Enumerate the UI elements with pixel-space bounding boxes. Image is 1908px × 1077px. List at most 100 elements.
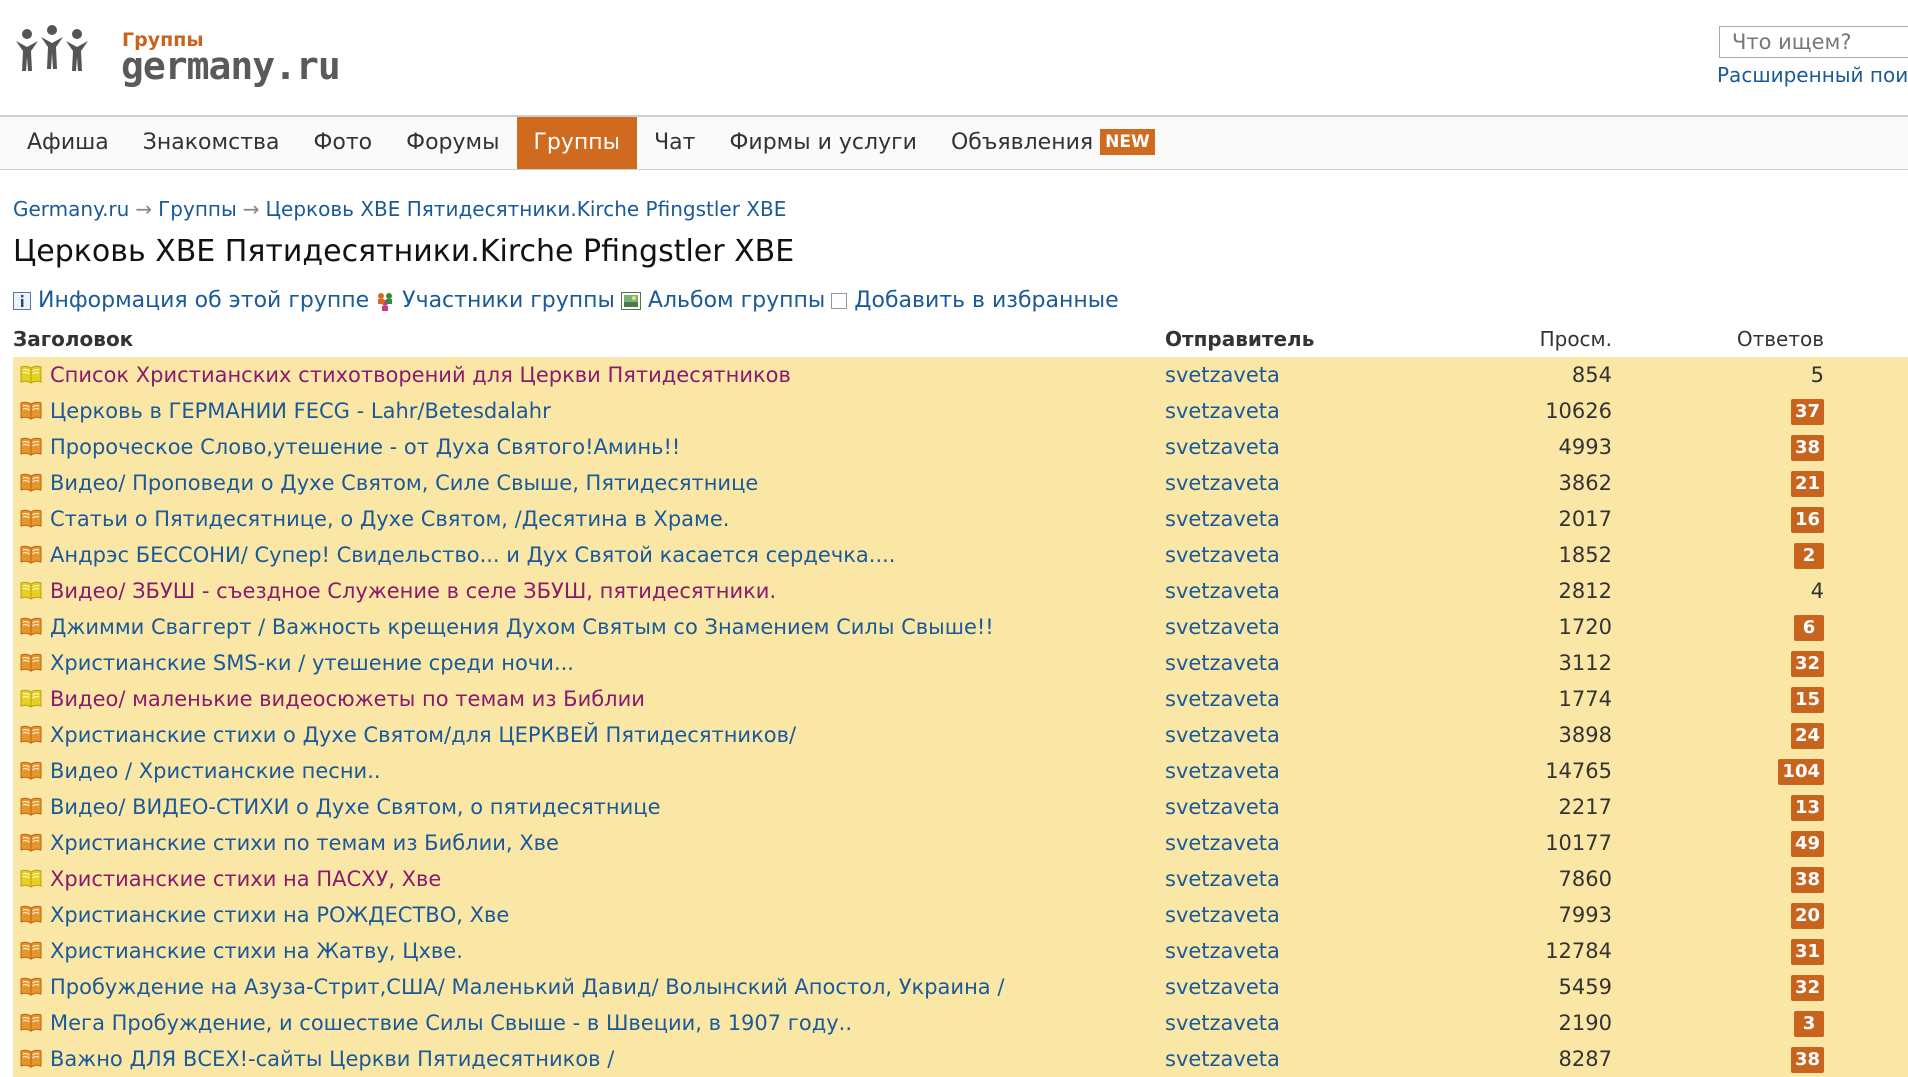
nav-dating[interactable]: Знакомства: [126, 117, 297, 169]
topic-sender-link[interactable]: svetzaveta: [1165, 789, 1280, 825]
topic-title-link[interactable]: Видео/ ЗБУШ - съездное Служение в селе З…: [50, 573, 776, 609]
topic-sender-link[interactable]: svetzaveta: [1165, 753, 1280, 789]
nav-chat[interactable]: Чат: [637, 117, 712, 169]
topic-replies: 31: [1790, 933, 1824, 969]
topic-title-link[interactable]: Статьи о Пятидесятнице, о Духе Святом, /…: [50, 501, 729, 537]
breadcrumb-current[interactable]: Церковь ХВЕ Пятидесятники.Kirche Pfingst…: [266, 197, 787, 221]
topic-sender-link[interactable]: svetzaveta: [1165, 825, 1280, 861]
topic-sender-link[interactable]: svetzaveta: [1165, 357, 1280, 393]
topic-sender-link[interactable]: svetzaveta: [1165, 681, 1280, 717]
topic-title-link[interactable]: Видео/ ВИДЕО-СТИХИ о Духе Святом, о пяти…: [50, 789, 661, 825]
topic-title-link[interactable]: Мега Пробуждение, и сошествие Силы Свыше…: [50, 1005, 852, 1041]
topic-sender-link[interactable]: svetzaveta: [1165, 537, 1280, 573]
topic-title-link[interactable]: Пророческое Слово,утешение - от Духа Свя…: [50, 429, 680, 465]
header-replies[interactable]: Ответов: [1737, 327, 1824, 351]
topic-sender-link[interactable]: svetzaveta: [1165, 897, 1280, 933]
topic-book-icon: [20, 437, 42, 456]
table-row: Христианские стихи по темам из Библии, Х…: [13, 825, 1908, 861]
breadcrumb-groups[interactable]: Группы: [158, 197, 237, 221]
topic-title-link[interactable]: Церковь в ГЕРМАНИИ FECG - Lahr/Betesdala…: [50, 393, 551, 429]
topic-title-link[interactable]: Христианские стихи по темам из Библии, Х…: [50, 825, 559, 861]
reply-count: 4: [1810, 579, 1824, 603]
header-sender[interactable]: Отправитель: [1165, 327, 1314, 351]
topic-sender-link[interactable]: svetzaveta: [1165, 465, 1280, 501]
topic-sender-link[interactable]: svetzaveta: [1165, 573, 1280, 609]
nav-afisha[interactable]: Афиша: [0, 117, 126, 169]
topic-book-icon: [20, 1013, 42, 1032]
topic-title-link[interactable]: Джимми Сваггерт / Важность крещения Духо…: [50, 609, 994, 645]
topic-title-link[interactable]: Христианские стихи на ПАСХУ, Хве: [50, 861, 441, 897]
reply-count-badge: 21: [1790, 471, 1824, 497]
nav-forums[interactable]: Форумы: [389, 117, 516, 169]
site-header: Группы germany.ru Расширенный поиск: [0, 0, 1908, 113]
reply-count-badge: 32: [1790, 975, 1824, 1001]
topic-sender-link[interactable]: svetzaveta: [1165, 609, 1280, 645]
topic-title-link[interactable]: Христианские стихи на РОЖДЕСТВО, Хве: [50, 897, 509, 933]
people-logo-icon[interactable]: [14, 25, 90, 73]
topic-sender-link[interactable]: svetzaveta: [1165, 969, 1280, 1005]
table-row: Мега Пробуждение, и сошествие Силы Свыше…: [13, 1005, 1908, 1041]
table-row: Видео / Христианские песни.. svetzaveta 14…: [13, 753, 1908, 789]
topic-title-link[interactable]: Важно ДЛЯ ВСЕХ!-сайты Церкви Пятидесятни…: [50, 1041, 614, 1077]
topic-title-link[interactable]: Видео / Христианские песни..: [50, 753, 381, 789]
reply-count-badge: 32: [1790, 651, 1824, 677]
search-input[interactable]: [1719, 26, 1908, 58]
topic-title-link[interactable]: Список Христианских стихотворений для Це…: [50, 357, 791, 393]
nav-ads[interactable]: Объявления NEW: [934, 117, 1172, 169]
topic-book-icon: [20, 977, 42, 996]
topic-title-link[interactable]: Видео/ Проповеди о Духе Святом, Силе Свы…: [50, 465, 758, 501]
topic-replies: 38: [1790, 861, 1824, 897]
topic-replies: 21: [1790, 465, 1824, 501]
advanced-search-link[interactable]: Расширенный поиск: [1717, 63, 1908, 87]
topic-sender-link[interactable]: svetzaveta: [1165, 393, 1280, 429]
topic-title-link[interactable]: Пробуждение на Азуза-Стрит,США/ Маленьки…: [50, 969, 1004, 1005]
topic-title-link[interactable]: Андрэс БЕССОНИ/ Супер! Свидельство... и …: [50, 537, 895, 573]
topic-title-link[interactable]: Христианские стихи на Жатву, Цхве.: [50, 933, 463, 969]
topic-sender-link[interactable]: svetzaveta: [1165, 1005, 1280, 1041]
table-row: Видео/ ЗБУШ - съездное Служение в селе З…: [13, 573, 1908, 609]
table-row: Пробуждение на Азуза-Стрит,США/ Маленьки…: [13, 969, 1908, 1005]
members-icon: [378, 292, 393, 311]
topic-title-link[interactable]: Видео/ маленькие видеосюжеты по темам из…: [50, 681, 645, 717]
table-row: Христианские стихи о Духе Святом/для ЦЕР…: [13, 717, 1908, 753]
topic-title-link[interactable]: Христианские SMS-ки / утешение среди ноч…: [50, 645, 574, 681]
group-album-link[interactable]: Альбом группы: [620, 288, 825, 313]
topic-sender-link[interactable]: svetzaveta: [1165, 861, 1280, 897]
logo-name[interactable]: germany.ru: [121, 44, 341, 88]
nav-photo[interactable]: Фото: [296, 117, 389, 169]
topic-sender-link[interactable]: svetzaveta: [1165, 717, 1280, 753]
reply-count-badge: 24: [1790, 723, 1824, 749]
topic-replies: 104: [1778, 753, 1824, 789]
table-row: Видео/ ВИДЕО-СТИХИ о Духе Святом, о пяти…: [13, 789, 1908, 825]
topic-views: 10626: [1545, 399, 1612, 423]
table-row: Христианские SMS-ки / утешение среди ноч…: [13, 645, 1908, 681]
topic-title-link[interactable]: Христианские стихи о Духе Святом/для ЦЕР…: [50, 717, 796, 753]
add-favorites-link[interactable]: Добавить в избранные: [831, 288, 1119, 313]
nav-firms[interactable]: Фирмы и услуги: [712, 117, 934, 169]
table-row: Список Христианских стихотворений для Це…: [13, 357, 1908, 393]
topic-views: 7993: [1558, 903, 1612, 927]
group-info-link[interactable]: Информация об этой группе: [13, 288, 369, 313]
topic-sender-link[interactable]: svetzaveta: [1165, 501, 1280, 537]
page-title: Церковь ХВЕ Пятидесятники.Kirche Pfingst…: [13, 234, 795, 269]
new-badge: NEW: [1100, 129, 1155, 155]
topic-sender-link[interactable]: svetzaveta: [1165, 933, 1280, 969]
table-row: Пророческое Слово,утешение - от Духа Свя…: [13, 429, 1908, 465]
topic-book-icon: [20, 1049, 42, 1068]
group-members-link[interactable]: Участники группы: [375, 288, 615, 313]
header-views[interactable]: Просм.: [1540, 327, 1612, 351]
topic-replies: 13: [1790, 789, 1824, 825]
topic-replies: 37: [1790, 393, 1824, 429]
nav-groups[interactable]: Группы: [516, 117, 638, 169]
topic-views: 1774: [1558, 687, 1612, 711]
breadcrumb-home[interactable]: Germany.ru: [13, 197, 129, 221]
topic-sender-link[interactable]: svetzaveta: [1165, 645, 1280, 681]
reply-count-badge: 38: [1790, 867, 1824, 893]
group-members-label: Участники группы: [402, 288, 615, 313]
topic-views: 7860: [1558, 867, 1612, 891]
topic-book-icon: [20, 401, 42, 420]
header-title[interactable]: Заголовок: [13, 327, 133, 351]
topic-sender-link[interactable]: svetzaveta: [1165, 429, 1280, 465]
topic-views: 1720: [1558, 615, 1612, 639]
topic-sender-link[interactable]: svetzaveta: [1165, 1041, 1280, 1077]
